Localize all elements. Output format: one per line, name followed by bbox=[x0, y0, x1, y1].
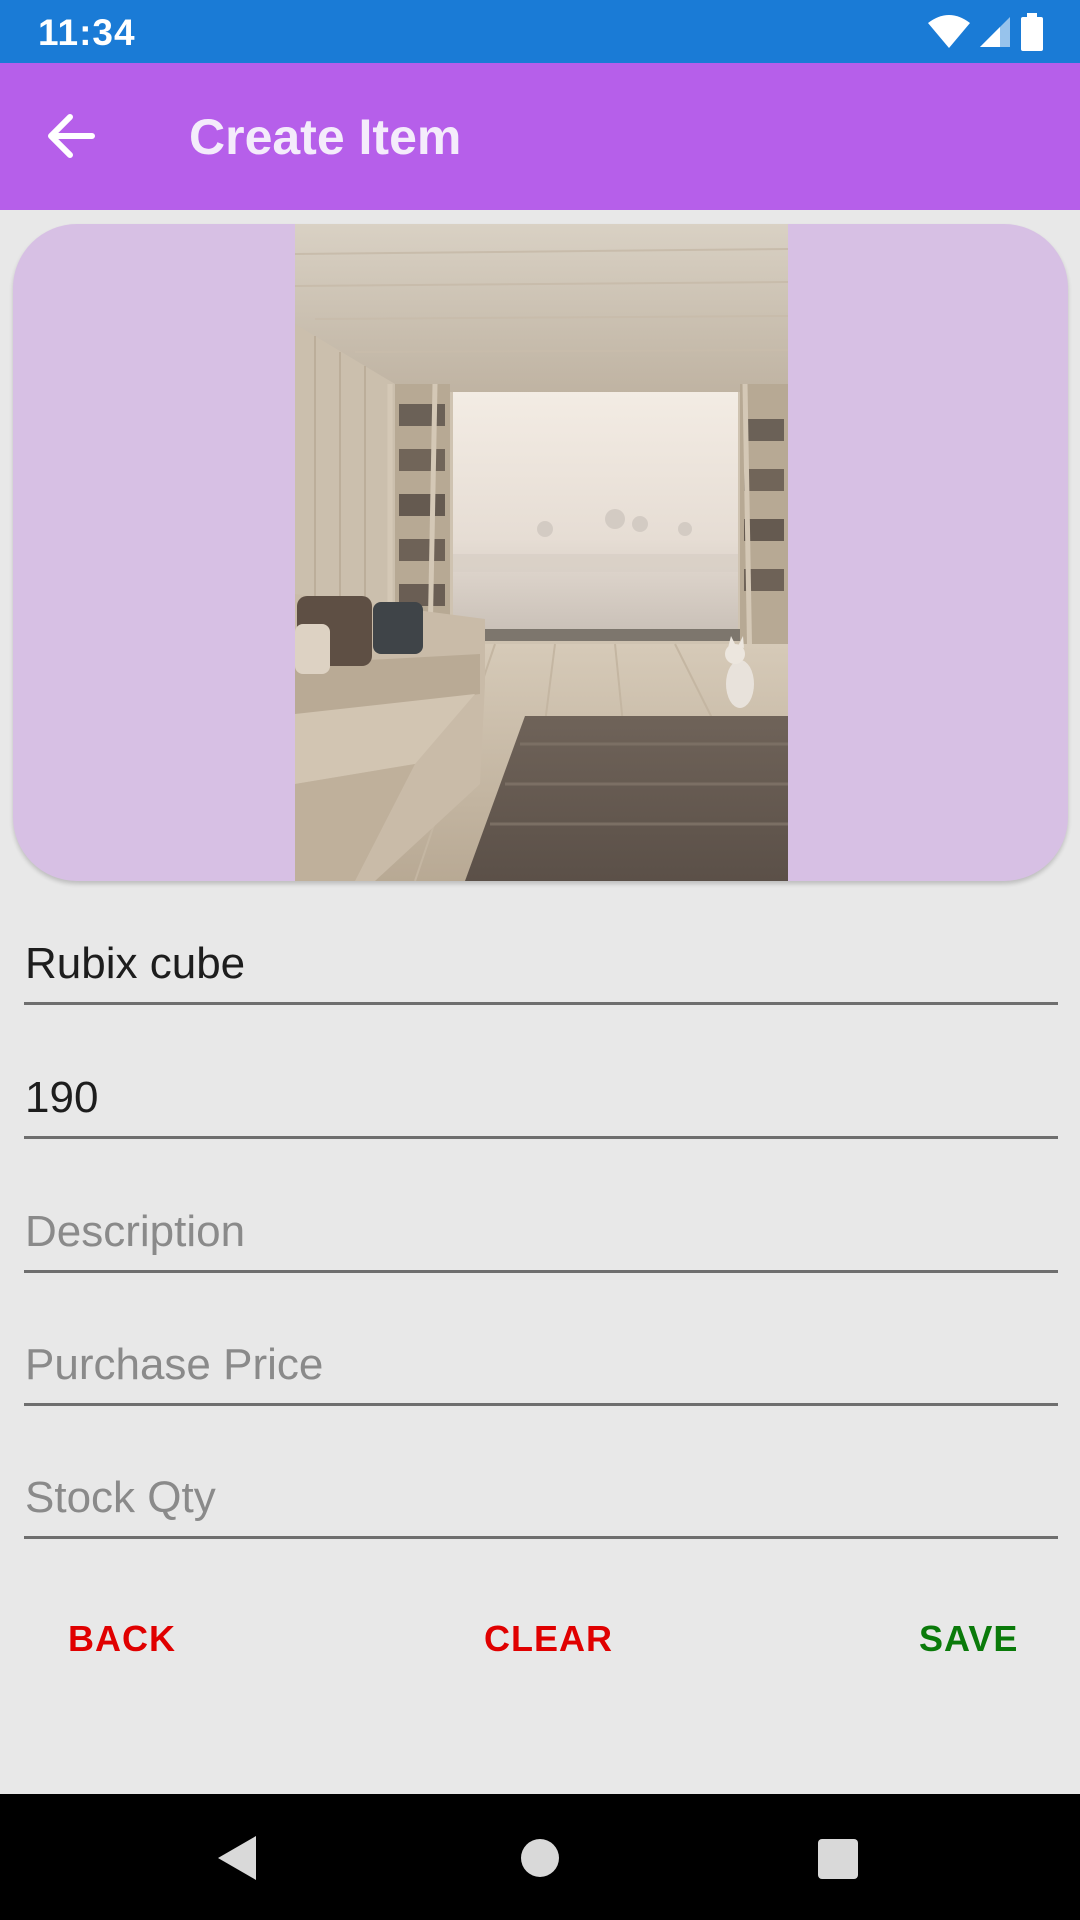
cellular-signal-icon bbox=[980, 17, 1010, 47]
status-icons bbox=[928, 12, 1044, 52]
description-field[interactable]: Description bbox=[24, 1193, 1058, 1273]
page-title: Create Item bbox=[189, 109, 462, 165]
item-image-card[interactable] bbox=[13, 224, 1068, 881]
stock-qty-field[interactable]: Stock Qty bbox=[24, 1459, 1058, 1539]
system-nav-bar bbox=[0, 1794, 1080, 1920]
item-price-field[interactable]: 190 bbox=[24, 1059, 1058, 1139]
purchase-price-field[interactable]: Purchase Price bbox=[24, 1326, 1058, 1406]
nav-home-icon[interactable] bbox=[520, 1838, 560, 1878]
description-placeholder: Description bbox=[25, 1207, 246, 1256]
purchase-price-placeholder: Purchase Price bbox=[25, 1340, 324, 1389]
stock-qty-placeholder: Stock Qty bbox=[25, 1473, 216, 1522]
item-price-value: 190 bbox=[25, 1073, 99, 1122]
battery-icon bbox=[1021, 13, 1043, 51]
item-photo bbox=[295, 224, 788, 881]
wifi-icon bbox=[928, 15, 970, 48]
room-illustration bbox=[295, 224, 788, 881]
nav-back-icon[interactable] bbox=[216, 1834, 258, 1882]
app-bar: Create Item bbox=[0, 63, 1080, 210]
save-button[interactable]: SAVE bbox=[919, 1618, 1018, 1660]
back-arrow-icon[interactable] bbox=[40, 105, 102, 167]
nav-recents-icon[interactable] bbox=[817, 1838, 859, 1880]
back-button[interactable]: BACK bbox=[68, 1618, 176, 1660]
item-name-field[interactable]: Rubix cube bbox=[24, 925, 1058, 1005]
status-time: 11:34 bbox=[38, 12, 136, 53]
status-bar: 11:34 bbox=[0, 0, 1080, 63]
item-name-value: Rubix cube bbox=[25, 939, 246, 988]
clear-button[interactable]: CLEAR bbox=[484, 1618, 613, 1660]
